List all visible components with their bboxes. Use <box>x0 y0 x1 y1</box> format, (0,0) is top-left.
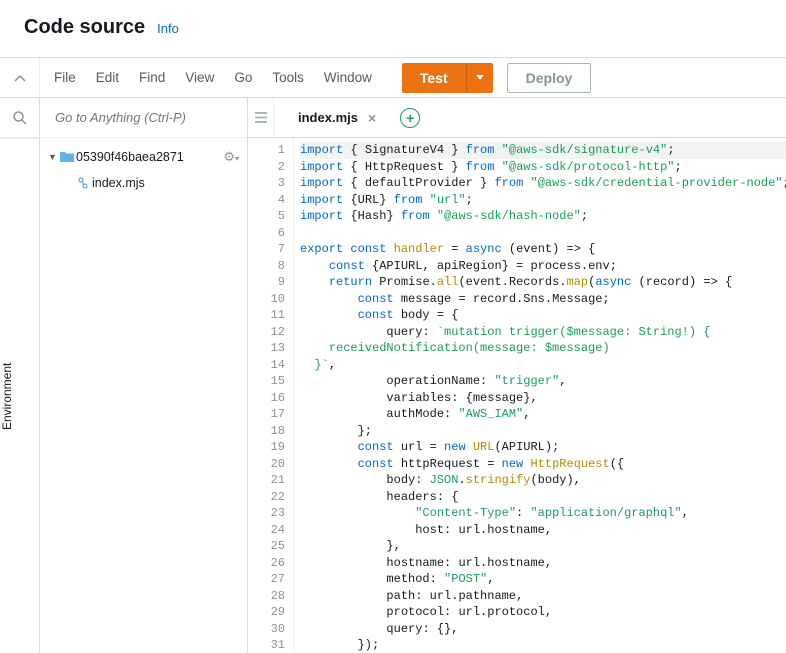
tree-root-label: 05390f46baea2871 <box>76 150 184 164</box>
tree-root-folder[interactable]: ▼ 05390f46baea2871 ⚙▾ <box>40 144 247 170</box>
tab-add-button[interactable]: + <box>400 108 420 128</box>
search-rail-button[interactable] <box>0 98 40 138</box>
deploy-button[interactable]: Deploy <box>507 63 592 93</box>
environment-rail-label[interactable]: Environment <box>0 138 39 653</box>
tab-close-icon[interactable]: × <box>368 110 376 126</box>
action-buttons: Test Deploy <box>386 63 591 93</box>
test-dropdown[interactable] <box>466 63 493 93</box>
toolbar: File Edit Find View Go Tools Window Test… <box>0 58 786 98</box>
editor-pane: index.mjs × + 12345678910111213141516171… <box>248 98 786 653</box>
tree-file-label: index.mjs <box>92 176 145 190</box>
goto-search-box <box>40 98 247 138</box>
menu-tools[interactable]: Tools <box>272 70 304 85</box>
folder-icon <box>58 151 76 163</box>
goto-search-input[interactable] <box>46 104 241 131</box>
test-button-group: Test <box>402 63 493 93</box>
search-icon <box>12 110 28 126</box>
workspace: Environment ▼ 05390f46baea2871 ⚙▾ index.… <box>0 98 786 653</box>
panel-header: Code source Info <box>0 0 786 58</box>
code-editor[interactable]: 1234567891011121314151617181920212223242… <box>248 138 786 653</box>
file-tree: ▼ 05390f46baea2871 ⚙▾ index.mjs <box>40 138 247 202</box>
test-button[interactable]: Test <box>402 63 466 93</box>
plus-icon: + <box>406 110 414 126</box>
left-rail: Environment <box>0 98 40 653</box>
js-file-icon <box>74 176 92 190</box>
tree-file-item[interactable]: index.mjs <box>40 170 247 196</box>
info-link[interactable]: Info <box>157 21 179 36</box>
menu-edit[interactable]: Edit <box>96 70 119 85</box>
caret-down-icon <box>476 75 484 81</box>
menu-window[interactable]: Window <box>324 70 372 85</box>
page-title: Code source <box>24 16 145 39</box>
editor-tab[interactable]: index.mjs × <box>274 98 390 138</box>
code-content[interactable]: import { SignatureV4 } from "@aws-sdk/si… <box>294 138 786 653</box>
menu-file[interactable]: File <box>54 70 76 85</box>
caret-down-icon: ▼ <box>48 152 58 162</box>
menu-go[interactable]: Go <box>234 70 252 85</box>
gear-icon[interactable]: ⚙▾ <box>223 149 239 165</box>
tab-label: index.mjs <box>298 110 358 125</box>
editor-tabbar: index.mjs × + <box>248 98 786 138</box>
line-gutter: 1234567891011121314151617181920212223242… <box>248 138 294 653</box>
file-tree-sidebar: ▼ 05390f46baea2871 ⚙▾ index.mjs <box>40 98 248 653</box>
menu-bar: File Edit Find View Go Tools Window <box>40 70 386 85</box>
tab-list-icon[interactable] <box>248 98 274 138</box>
collapse-toggle[interactable] <box>0 58 40 98</box>
menu-view[interactable]: View <box>185 70 214 85</box>
menu-find[interactable]: Find <box>139 70 165 85</box>
